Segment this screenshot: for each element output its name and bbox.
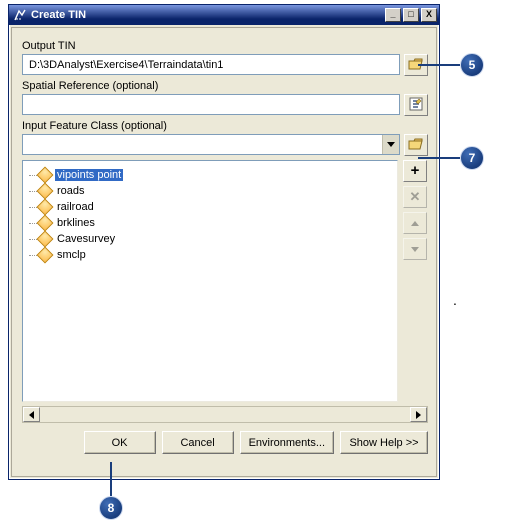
list-item[interactable]: vipoints point [39,167,393,183]
callout-line [110,462,112,496]
ok-button[interactable]: OK [84,431,156,454]
remove-item-button[interactable]: ✕ [403,186,427,208]
callout-line [418,64,460,66]
list-item-label: smclp [55,249,88,261]
x-icon: ✕ [410,191,421,203]
callout-bubble: 5 [460,53,484,77]
tree-root: vipoints point roads railroad brklines Caves… [27,167,393,263]
input-fc-value [23,135,382,154]
callout-5: 5 [418,53,484,77]
callout-7: 7 [418,146,484,170]
stray-dot: . [453,292,457,308]
callout-bubble: 7 [460,146,484,170]
scroll-right-button[interactable] [410,407,427,422]
list-item[interactable]: smclp [39,247,393,263]
callout-bubble: 8 [99,496,123,520]
spatial-ref-input[interactable] [27,98,395,112]
list-item-label: Cavesurvey [55,233,117,245]
feature-class-point-icon [37,183,54,200]
chevron-down-icon [387,142,395,147]
create-tin-dialog: Create TIN _ □ X Output TIN Spatial Refe… [8,4,440,480]
move-down-button[interactable] [403,238,427,260]
arrow-down-icon [411,247,419,252]
list-item[interactable]: brklines [39,215,393,231]
move-up-button[interactable] [403,212,427,234]
close-button[interactable]: X [421,8,437,22]
environments-button[interactable]: Environments... [240,431,334,454]
list-item-label: railroad [55,201,96,213]
output-tin-input[interactable] [27,58,395,72]
properties-icon [409,97,423,114]
feature-class-point-icon [37,167,54,184]
input-fc-dropdown-button[interactable] [382,135,399,154]
client-area: Output TIN Spatial Reference (optional) [11,27,437,477]
feature-class-list[interactable]: vipoints point roads railroad brklines Caves… [22,160,398,402]
feature-class-point-icon [37,215,54,232]
callout-line [418,157,460,159]
input-fc-label: Input Feature Class (optional) [22,120,428,132]
list-item[interactable]: Cavesurvey [39,231,393,247]
spatial-ref-field-wrap [22,94,400,115]
cancel-button[interactable]: Cancel [162,431,234,454]
arrow-left-icon [29,411,34,419]
tool-icon [13,8,27,22]
list-item-label: roads [55,185,87,197]
list-item[interactable]: roads [39,183,393,199]
callout-8: 8 [99,462,123,520]
output-tin-label: Output TIN [22,40,428,52]
arrow-right-icon [416,411,421,419]
maximize-button[interactable]: □ [403,8,419,22]
show-help-button[interactable]: Show Help >> [340,431,428,454]
list-item-label: brklines [55,217,97,229]
spatial-ref-properties-button[interactable] [404,94,428,116]
input-fc-combo[interactable] [22,134,400,155]
feature-class-point-icon [37,247,54,264]
titlebar[interactable]: Create TIN _ □ X [9,5,439,25]
feature-class-point-icon [37,231,54,248]
list-item-label: vipoints point [55,169,123,181]
output-tin-field-wrap [22,54,400,75]
list-item[interactable]: railroad [39,199,393,215]
arrow-up-icon [411,221,419,226]
window-title: Create TIN [31,9,385,21]
horizontal-scrollbar[interactable] [22,406,428,423]
feature-class-point-icon [37,199,54,216]
scroll-left-button[interactable] [23,407,40,422]
minimize-button[interactable]: _ [385,8,401,22]
spatial-ref-label: Spatial Reference (optional) [22,80,428,92]
